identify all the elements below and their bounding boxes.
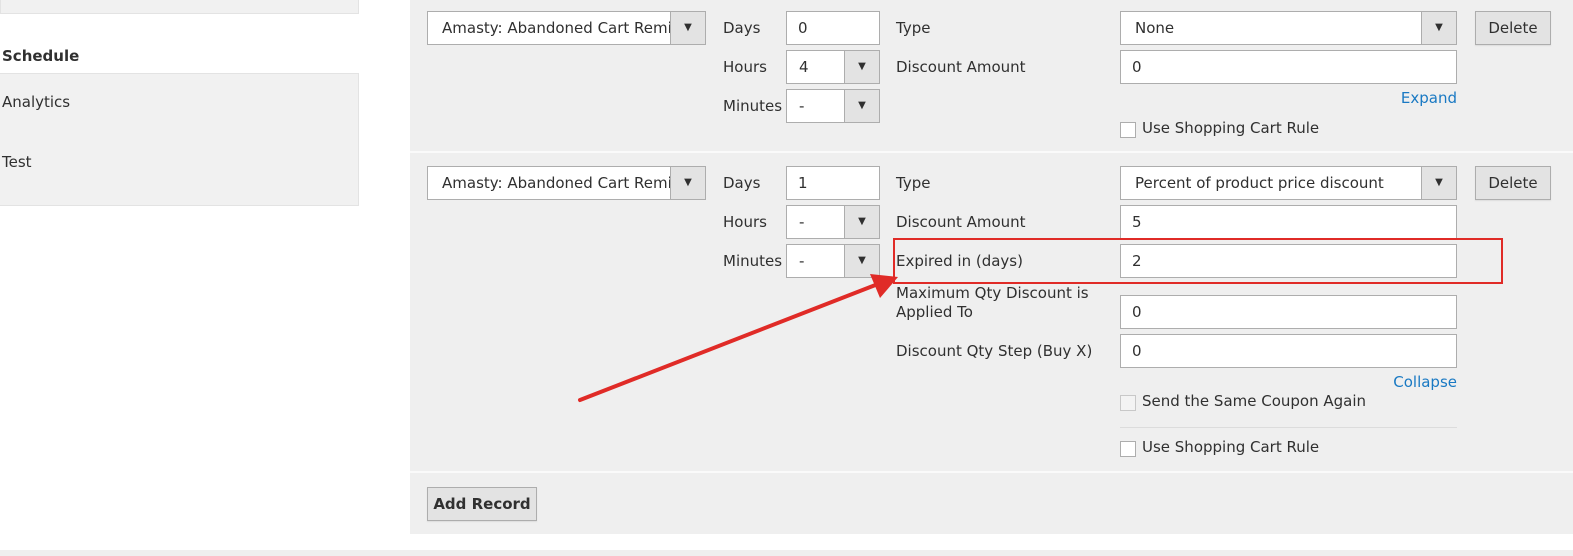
annotation-arrow [578,274,898,402]
annotation-arrow-shaft [578,282,880,402]
